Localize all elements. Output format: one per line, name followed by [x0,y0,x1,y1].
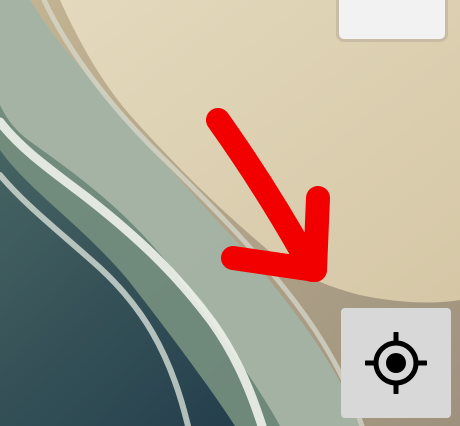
map-view[interactable] [0,0,460,426]
crosshair-locate-icon [365,332,427,394]
locate-button[interactable] [341,308,451,418]
top-panel[interactable] [336,0,448,42]
